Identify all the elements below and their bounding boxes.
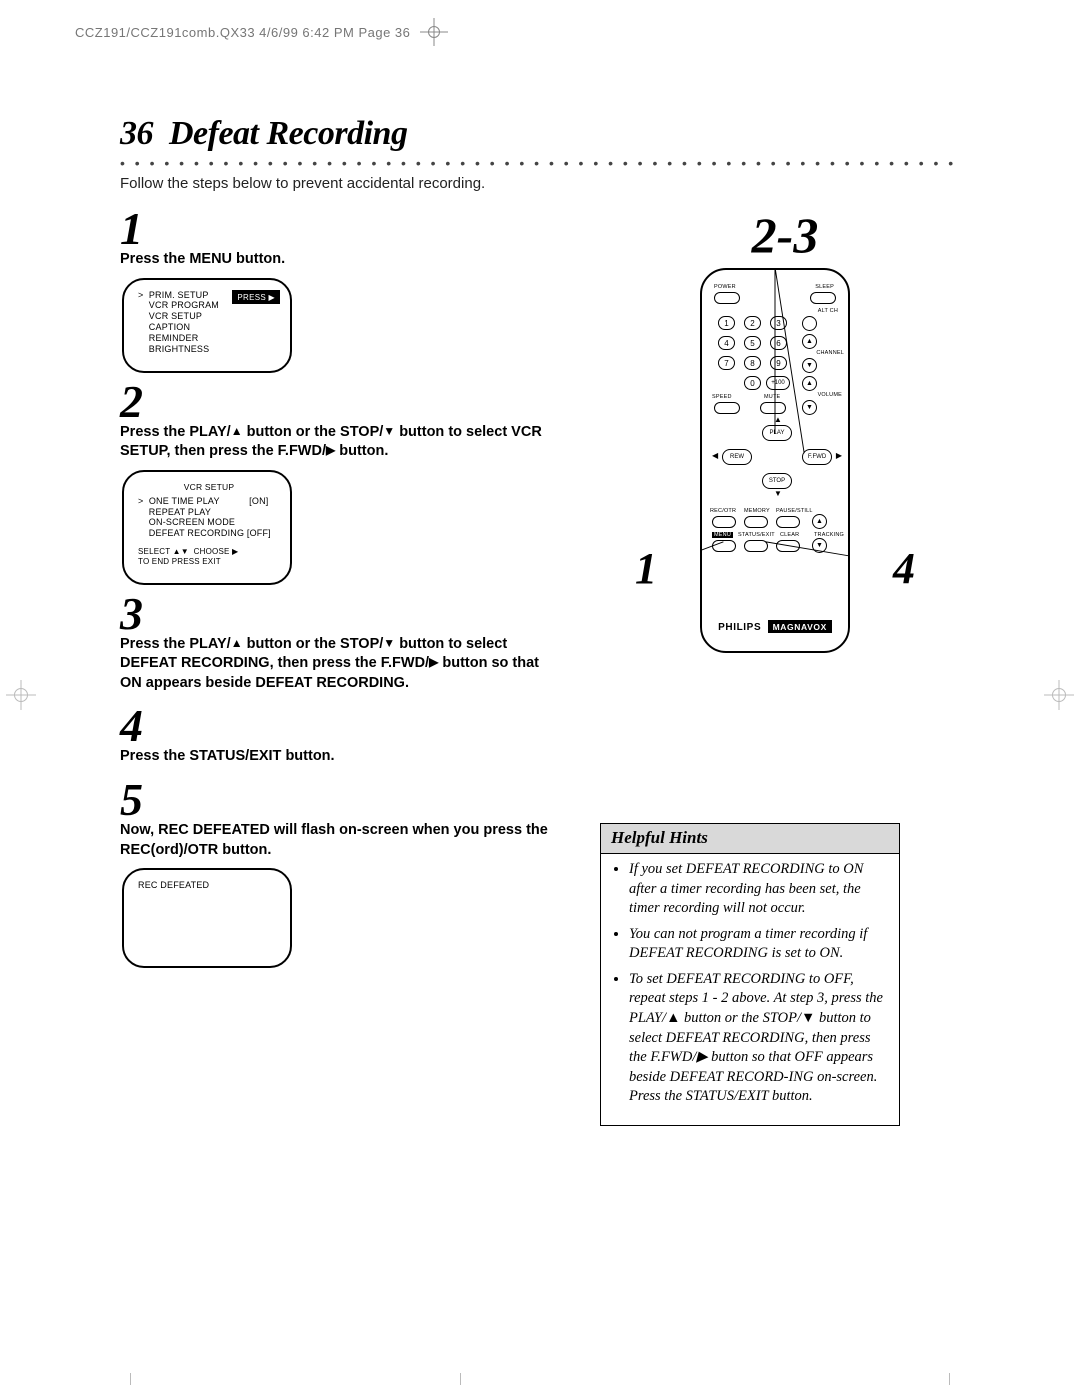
menu-line: VCR SETUP [138,311,280,322]
crop-tick [460,1373,461,1385]
remote-column: 2-3 1 4 POWER SLEEP ALT CH 1 2 3 [590,206,960,1126]
right-triangle-icon: ▶ [326,442,335,458]
menu-line: CAPTION [138,322,280,333]
step-4-number: 4 [120,703,560,749]
menu-footer: TO END PRESS EXIT [138,557,280,567]
callout-top: 2-3 [610,206,960,264]
step-1-text: Press the MENU button. [120,250,560,270]
t: Press the PLAY/ [120,424,231,440]
menu-line: REMINDER [138,333,280,344]
manual-page: CCZ191/CCZ191comb.QX33 4/6/99 6:42 PM Pa… [0,0,1080,1397]
t: button. [335,443,388,459]
step-1-number: 1 [120,206,560,252]
menu-line: > ONE TIME PLAY [ON] [138,496,280,507]
menu-line: REPEAT PLAY [138,507,280,518]
step-2-number: 2 [120,379,560,425]
onscreen-menu-prim-setup: PRESS ▶ > PRIM. SETUP VCR PROGRAM VCR SE… [122,278,292,373]
crop-tick [130,1373,131,1385]
step-5-number: 5 [120,777,560,823]
hint-item: You can not program a timer recording if… [629,925,889,964]
helpful-hints-body: If you set DEFEAT RECORDING to ON after … [601,854,899,1125]
tv-title: VCR SETUP [138,482,280,492]
steps-column: 1 Press the MENU button. PRESS ▶ > PRIM.… [120,206,560,968]
remote-body: POWER SLEEP ALT CH 1 2 3 4 5 6 ▲ [700,268,850,653]
hint-item: To set DEFEAT RECORDING to OFF, repeat s… [629,970,889,1107]
crop-tick [949,1373,950,1385]
menu-line: DEFEAT RECORDING [OFF] [138,528,280,539]
step-5-text: Now, REC DEFEATED will flash on-screen w… [120,821,560,860]
t: Press the PLAY/ [120,636,231,652]
step-2-text: Press the PLAY/▲ button or the STOP/▼ bu… [120,423,560,462]
menu-footer: SELECT ▲▼ CHOOSE ▶ [138,547,280,557]
down-triangle-icon: ▼ [383,635,395,651]
page-content: 36 Defeat Recording • • • • • • • • • • … [120,115,960,1126]
t: button or the STOP/ [243,636,384,652]
right-triangle-icon: ▶ [429,654,438,670]
title-text: Defeat Recording [169,115,407,152]
menu-line: ON-SCREEN MODE [138,517,280,528]
up-triangle-icon: ▲ [231,423,243,439]
callout-left: 1 [635,543,657,594]
down-triangle-icon: ▼ [383,423,395,439]
registration-mark-icon [420,18,448,46]
intro-text: Follow the steps below to prevent accide… [120,175,960,192]
onscreen-rec-defeated: REC DEFEATED [122,868,292,968]
onscreen-menu-vcr-setup: VCR SETUP > ONE TIME PLAY [ON] REPEAT PL… [122,470,292,585]
divider-dots: • • • • • • • • • • • • • • • • • • • • … [120,155,960,169]
remote-diagram: 1 4 POWER SLEEP ALT CH 1 2 3 [665,268,885,653]
menu-line: BRIGHTNESS [138,344,280,355]
registration-mark-icon [1044,680,1074,710]
prepress-slug: CCZ191/CCZ191comb.QX33 4/6/99 6:42 PM Pa… [75,18,448,46]
press-indicator: PRESS ▶ [232,290,280,305]
step-3-number: 3 [120,591,560,637]
page-title: 36 Defeat Recording [120,115,960,153]
hint-item: If you set DEFEAT RECORDING to ON after … [629,860,889,919]
callout-right: 4 [893,543,915,594]
helpful-hints-box: Helpful Hints If you set DEFEAT RECORDIN… [600,823,900,1126]
up-triangle-icon: ▲ [231,635,243,651]
step-3-text: Press the PLAY/▲ button or the STOP/▼ bu… [120,635,560,694]
tv-text: REC DEFEATED [138,880,280,891]
helpful-hints-title: Helpful Hints [601,824,899,854]
registration-mark-icon [6,680,36,710]
slug-text: CCZ191/CCZ191comb.QX33 4/6/99 6:42 PM Pa… [75,25,410,40]
step-4-text: Press the STATUS/EXIT button. [120,747,560,767]
t: button or the STOP/ [243,424,384,440]
page-number: 36 [120,115,153,152]
